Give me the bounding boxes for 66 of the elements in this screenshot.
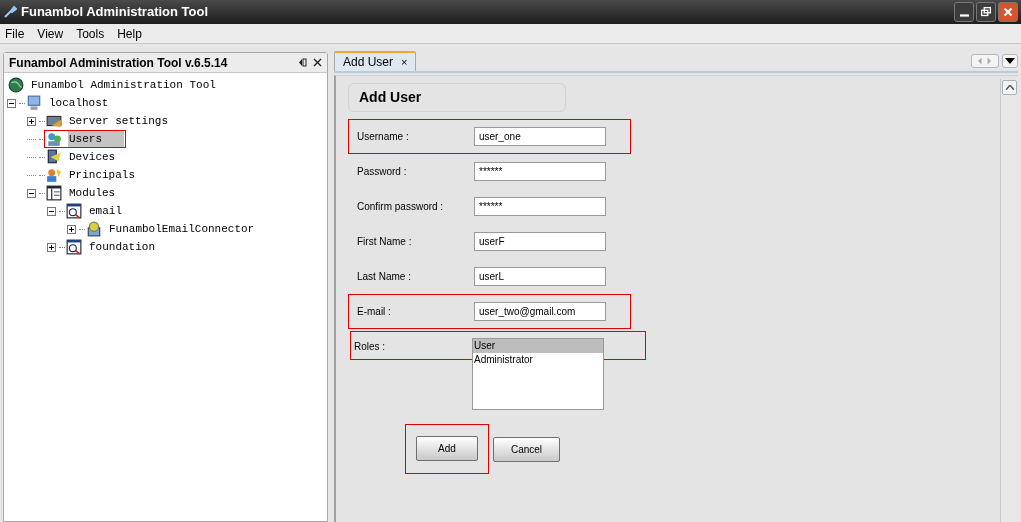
collapse-icon[interactable] [7,98,16,108]
wrench-icon [3,5,17,19]
close-icon[interactable]: × [401,53,408,71]
window-title: Funambol Administration Tool [21,3,209,22]
tree-item[interactable]: email [88,202,123,220]
collapse-icon[interactable] [47,206,56,216]
tree-item[interactable]: foundation [88,238,156,256]
computer-icon [26,95,42,111]
device-icon [46,149,62,165]
minimize-icon [959,14,969,17]
list-item[interactable]: User [473,339,603,353]
field-label: Password : [357,165,408,179]
menu-item[interactable]: Tools [76,24,105,43]
tab[interactable]: Add User × [334,51,417,71]
menu-item[interactable]: View [37,24,64,43]
field-label: E-mail : [357,305,392,319]
scroll-up-icon[interactable] [1002,80,1017,95]
caret-icon [1005,58,1015,64]
add-button[interactable]: Add [416,436,478,461]
close-icon[interactable] [313,58,322,67]
tree-item[interactable]: Devices [68,148,117,166]
dropdown-button[interactable] [1002,54,1018,68]
expand-icon[interactable] [67,224,76,234]
form-title: Add User [359,88,422,107]
list-item[interactable]: Administrator [473,353,603,367]
cancel-button[interactable]: Cancel [493,437,560,462]
menu-item[interactable]: Help [117,24,142,43]
field-label: Last Name : [357,270,412,284]
tree-item[interactable]: Modules [68,184,117,202]
users-icon [46,131,62,147]
tree-item[interactable]: FunambolEmailConnector [108,220,256,238]
close-icon [1001,5,1015,19]
roles-list[interactable]: User Administrator [472,338,604,410]
list-icon [46,185,62,201]
expand-icon[interactable] [47,242,56,252]
box-icon [86,221,102,237]
server-icon [46,113,62,129]
field-label: Roles : [354,340,386,354]
field-label: Username : [357,130,410,144]
minimize-button[interactable] [954,2,974,22]
close-button[interactable] [998,2,1018,22]
input-field[interactable]: userL [474,267,606,286]
people-icon [46,167,62,183]
maximize-icon [979,5,993,19]
field-label: First Name : [357,235,413,249]
expand-icon[interactable] [27,116,36,126]
scrollbar[interactable] [1000,79,1017,522]
collapse-icon[interactable] [27,188,36,198]
input-field[interactable]: userF [474,232,606,251]
globe-icon [8,77,24,93]
menu-item[interactable]: File [5,24,25,43]
magnifier-icon [66,203,82,219]
pin-icon[interactable] [298,58,307,67]
input-field[interactable]: user_two@gmail.com [474,302,606,321]
input-field[interactable]: ****** [474,162,606,181]
panel-title: Funambol Administration Tool v.6.5.14 [9,54,228,72]
magnifier-icon [66,239,82,255]
tree-item[interactable]: Principals [68,166,136,184]
tree-item[interactable]: Funambol Administration Tool [30,76,217,94]
maximize-button[interactable] [976,2,996,22]
input-field[interactable]: user_one [474,127,606,146]
field-label: Confirm password : [357,200,445,214]
tree-item[interactable]: Server settings [68,112,170,130]
tree-item[interactable]: localhost [48,94,110,112]
tree-item[interactable]: Users [68,130,124,148]
input-field[interactable]: ****** [474,197,606,216]
